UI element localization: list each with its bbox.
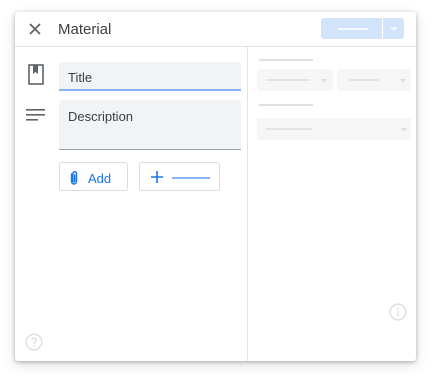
skeleton-select[interactable] [257, 69, 333, 91]
info-circle-icon[interactable] [389, 303, 407, 326]
skeleton-select-value [349, 79, 379, 81]
paperclip-icon [68, 170, 80, 191]
skeleton-select-value [266, 79, 310, 81]
skeleton-heading [259, 104, 313, 106]
chevron-down-icon [400, 79, 406, 83]
chevron-down-icon [321, 79, 327, 83]
title-field-label: Title [68, 70, 93, 85]
title-field[interactable]: Title [59, 62, 241, 91]
create-button-label-placeholder [172, 177, 210, 179]
close-icon [29, 23, 41, 35]
post-button-label-placeholder [338, 28, 368, 30]
post-button[interactable] [321, 18, 381, 39]
help-circle-icon[interactable] [25, 333, 43, 356]
skeleton-heading [259, 59, 313, 61]
add-button[interactable]: Add [59, 162, 128, 191]
material-dialog: Material Title Description Add [15, 12, 416, 361]
bookmark-icon [27, 64, 45, 91]
description-field-label: Description [68, 109, 134, 124]
skeleton-select[interactable] [337, 69, 411, 91]
create-button[interactable] [139, 162, 220, 191]
chevron-down-icon [390, 27, 398, 31]
post-options-button[interactable] [383, 18, 404, 39]
dialog-header: Material [15, 12, 416, 47]
add-button-label: Add [88, 171, 112, 186]
skeleton-select-value [266, 128, 312, 130]
post-split-button [321, 18, 404, 39]
plus-icon [150, 170, 164, 189]
skeleton-select[interactable] [257, 118, 411, 140]
notes-icon [26, 108, 46, 127]
description-field[interactable]: Description [59, 100, 241, 150]
dialog-title: Material [58, 21, 112, 38]
chevron-down-icon [401, 128, 407, 132]
close-button[interactable] [25, 19, 45, 39]
column-divider [247, 46, 248, 361]
